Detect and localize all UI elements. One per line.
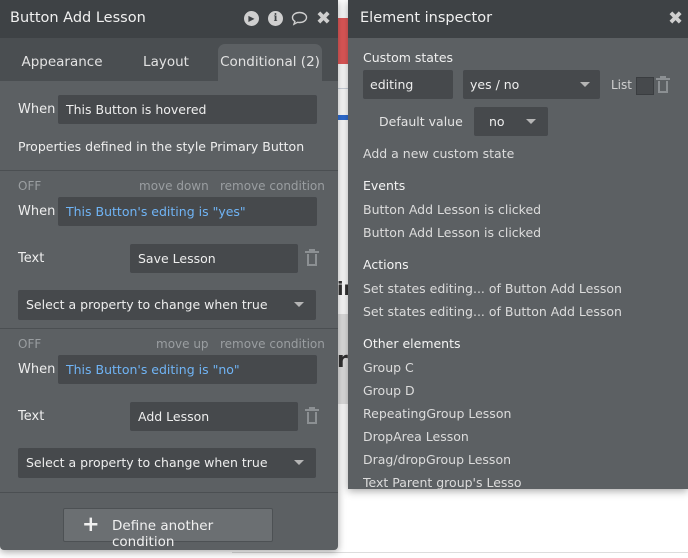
other-elements-heading: Other elements bbox=[363, 336, 461, 351]
property-label: Text bbox=[18, 251, 45, 266]
define-another-condition-button[interactable]: + Define another condition bbox=[63, 508, 273, 550]
tab-layout[interactable]: Layout bbox=[118, 44, 214, 81]
plus-icon: + bbox=[82, 512, 100, 536]
property-select-placeholder: Select a property to change when true bbox=[26, 455, 268, 470]
property-editor-panel: Button Add Lesson ▶ i ✖ Appearance Layou… bbox=[0, 0, 338, 550]
hover-condition-field: This Button is hovered bbox=[58, 95, 317, 124]
other-element-item[interactable]: RepeatingGroup Lesson bbox=[363, 406, 511, 421]
default-value: no bbox=[489, 114, 505, 129]
define-button-label: Define another condition bbox=[112, 518, 214, 550]
inspector-titlebar[interactable]: Element inspector ✖ bbox=[348, 0, 688, 38]
tab-appearance[interactable]: Appearance bbox=[10, 44, 114, 81]
state-name-input[interactable]: editing bbox=[363, 70, 453, 99]
section-divider bbox=[0, 328, 338, 329]
default-value-label: Default value bbox=[379, 114, 463, 129]
other-element-item[interactable]: Group D bbox=[363, 383, 415, 398]
property-editor-titlebar[interactable]: Button Add Lesson ▶ i ✖ bbox=[0, 0, 338, 38]
other-element-item[interactable]: DropArea Lesson bbox=[363, 429, 469, 444]
move-up-link[interactable]: move up bbox=[156, 337, 209, 351]
section-divider bbox=[0, 492, 338, 493]
move-down-link[interactable]: move down bbox=[139, 179, 209, 193]
when-label: When bbox=[18, 102, 56, 117]
element-inspector-panel: Element inspector ✖ Custom states editin… bbox=[348, 0, 688, 489]
other-element-item[interactable]: Drag/dropGroup Lesson bbox=[363, 452, 511, 467]
custom-states-heading: Custom states bbox=[363, 50, 454, 65]
trash-icon[interactable] bbox=[304, 249, 320, 267]
info-icon[interactable]: i bbox=[267, 10, 284, 27]
chevron-down-icon bbox=[294, 302, 304, 307]
list-label: List bbox=[611, 78, 632, 92]
property-label: Text bbox=[18, 409, 45, 424]
event-item[interactable]: Button Add Lesson is clicked bbox=[363, 202, 541, 217]
chevron-down-icon bbox=[580, 82, 590, 87]
chevron-down-icon bbox=[294, 460, 304, 465]
preview-play-icon[interactable]: ▶ bbox=[243, 10, 260, 27]
list-checkbox[interactable] bbox=[636, 77, 654, 95]
background-bottom-edge bbox=[232, 552, 688, 558]
condition-expression-field[interactable]: This Button's editing is "yes" bbox=[58, 197, 317, 226]
trash-icon[interactable] bbox=[304, 407, 320, 425]
state-type-value: yes / no bbox=[470, 77, 520, 92]
inspector-title: Element inspector bbox=[360, 10, 493, 26]
action-item[interactable]: Set states editing... of Button Add Less… bbox=[363, 281, 622, 296]
action-item[interactable]: Set states editing... of Button Add Less… bbox=[363, 304, 622, 319]
text-value-input[interactable]: Add Lesson bbox=[130, 402, 298, 431]
actions-heading: Actions bbox=[363, 257, 409, 272]
other-element-item[interactable]: Group C bbox=[363, 360, 414, 375]
property-select-dropdown[interactable]: Select a property to change when true bbox=[18, 448, 316, 478]
add-custom-state-link[interactable]: Add a new custom state bbox=[363, 146, 514, 161]
tab-bar: Appearance Layout Conditional (2) bbox=[0, 38, 338, 81]
close-icon[interactable]: ✖ bbox=[315, 8, 332, 29]
text-value-input[interactable]: Save Lesson bbox=[130, 244, 298, 273]
close-icon[interactable]: ✖ bbox=[667, 8, 684, 29]
state-type-dropdown[interactable]: yes / no bbox=[463, 70, 600, 99]
when-label: When bbox=[18, 362, 56, 377]
tab-conditional[interactable]: Conditional (2) bbox=[218, 44, 322, 81]
property-select-dropdown[interactable]: Select a property to change when true bbox=[18, 290, 316, 320]
condition-status[interactable]: OFF bbox=[18, 337, 41, 351]
property-select-placeholder: Select a property to change when true bbox=[26, 297, 268, 312]
comment-icon[interactable] bbox=[291, 10, 308, 27]
event-item[interactable]: Button Add Lesson is clicked bbox=[363, 225, 541, 240]
default-value-dropdown[interactable]: no bbox=[474, 107, 548, 136]
events-heading: Events bbox=[363, 178, 406, 193]
when-label: When bbox=[18, 204, 56, 219]
style-properties-note: Properties defined in the style Primary … bbox=[18, 139, 305, 154]
other-element-item[interactable]: Text Parent group's Lesso bbox=[363, 475, 522, 489]
remove-condition-link[interactable]: remove condition bbox=[220, 179, 325, 193]
remove-condition-link[interactable]: remove condition bbox=[220, 337, 325, 351]
trash-icon[interactable] bbox=[655, 76, 671, 94]
panel-title: Button Add Lesson bbox=[10, 10, 146, 26]
condition-expression-field[interactable]: This Button's editing is "no" bbox=[58, 355, 317, 384]
section-divider bbox=[0, 170, 338, 171]
condition-status[interactable]: OFF bbox=[18, 179, 41, 193]
chevron-down-icon bbox=[526, 119, 536, 124]
